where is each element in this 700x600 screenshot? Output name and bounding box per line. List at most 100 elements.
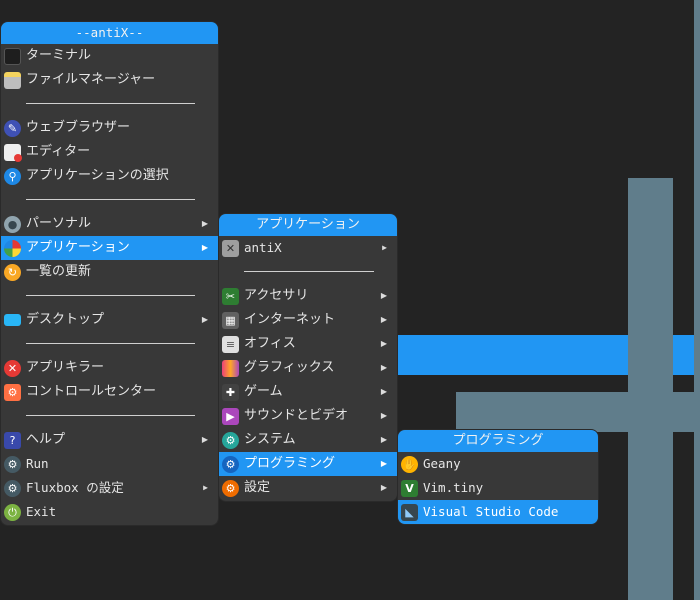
menu-item-help[interactable]: ? ヘルプ ▶ [1, 428, 218, 452]
menu-item-antix[interactable]: ✕ antiX ▶ [219, 236, 397, 260]
menu-item-terminal[interactable]: ターミナル [1, 44, 218, 68]
submenu-arrow-icon: ▶ [380, 291, 387, 300]
menu-separator [1, 92, 218, 116]
submenu-arrow-icon: ▶ [380, 459, 387, 468]
person-icon: ● [4, 216, 21, 233]
geany-icon: ✋ [401, 456, 418, 473]
menu-item-app-select[interactable]: ⚲ アプリケーションの選択 [1, 164, 218, 188]
menu-item-label: Fluxbox の設定 [26, 480, 124, 495]
menu-separator [1, 404, 218, 428]
menu-item-label: antiX [244, 240, 282, 255]
menu-item-control-center[interactable]: ⚙ コントロールセンター [1, 380, 218, 404]
menu-item-label: インターネット [244, 312, 336, 327]
vscode-icon: ◣ [401, 504, 418, 521]
kill-icon: ✕ [4, 360, 21, 377]
menu-item-label: オフィス [244, 336, 296, 351]
menu-item-label: ゲーム [244, 384, 283, 399]
help-icon: ? [4, 432, 21, 449]
menu-item-label: コントロールセンター [26, 384, 157, 399]
menu-item-web-browser[interactable]: ✎ ウェブブラウザー [1, 116, 218, 140]
menu-item-label: デスクトップ [26, 312, 105, 327]
vim-icon: V [401, 480, 418, 497]
menu-item-desktop[interactable]: デスクトップ ▶ [1, 308, 218, 332]
menu-item-accessories[interactable]: ✂ アクセサリ ▶ [219, 284, 397, 308]
wallpaper-edge-strip [694, 0, 700, 600]
menu-item-fluxbox-settings[interactable]: ⚙ Fluxbox の設定 ▶ [1, 476, 218, 500]
menu-item-vim-tiny[interactable]: V Vim.tiny [398, 476, 598, 500]
programming-submenu-title: プログラミング [398, 430, 598, 452]
settings-icon: ⚙ [222, 480, 239, 497]
submenu-arrow-icon: ▶ [203, 483, 208, 492]
submenu-arrow-icon: ▶ [380, 315, 387, 324]
root-menu: --antiX-- ターミナル ファイルマネージャー ✎ ウェブブラウザー エデ… [1, 22, 218, 525]
system-icon: ⚙ [222, 432, 239, 449]
menu-item-label: サウンドとビデオ [244, 408, 349, 423]
menu-item-office[interactable]: ≡ オフィス ▶ [219, 332, 397, 356]
submenu-arrow-icon: ▶ [201, 435, 208, 444]
menu-item-exit[interactable]: ⏻ Exit [1, 500, 218, 524]
graphics-palette-icon [222, 360, 239, 377]
menu-item-label: 設定 [244, 480, 271, 495]
menu-item-app-killer[interactable]: ✕ アプリキラー [1, 356, 218, 380]
menu-item-label: Visual Studio Code [423, 504, 559, 519]
media-play-icon: ▶ [222, 408, 239, 425]
menu-separator [219, 260, 397, 284]
menu-item-label: グラフィックス [244, 360, 335, 375]
menu-item-programming[interactable]: ⚙ プログラミング ▶ [219, 452, 397, 476]
menu-item-internet[interactable]: ▦ インターネット ▶ [219, 308, 397, 332]
menu-item-games[interactable]: ✚ ゲーム ▶ [219, 380, 397, 404]
wallpaper-slate-column [628, 178, 673, 600]
submenu-arrow-icon: ▶ [380, 339, 387, 348]
menu-item-settings[interactable]: ⚙ 設定 ▶ [219, 476, 397, 500]
office-document-icon: ≡ [222, 336, 239, 353]
control-center-icon: ⚙ [4, 384, 21, 401]
menu-item-label: ファイルマネージャー [26, 72, 156, 87]
menu-separator [1, 332, 218, 356]
menu-item-refresh-list[interactable]: ↻ 一覧の更新 [1, 260, 218, 284]
menu-separator [1, 188, 218, 212]
menu-item-label: パーソナル [26, 216, 92, 231]
menu-item-label: アプリケーション [26, 240, 130, 255]
menu-item-label: ヘルプ [26, 432, 66, 447]
fluxbox-gear-icon: ⚙ [4, 480, 21, 497]
submenu-arrow-icon: ▶ [380, 387, 387, 396]
menu-item-label: Vim.tiny [423, 480, 484, 495]
terminal-icon [4, 48, 21, 65]
programming-submenu: プログラミング ✋ Geany V Vim.tiny ◣ Visual Stud… [398, 430, 598, 524]
menu-item-label: アプリキラー [26, 360, 105, 375]
menu-item-graphics[interactable]: グラフィックス ▶ [219, 356, 397, 380]
menu-separator [1, 284, 218, 308]
exit-icon: ⏻ [4, 504, 21, 521]
desktop-icon [4, 314, 21, 326]
menu-item-sound-video[interactable]: ▶ サウンドとビデオ ▶ [219, 404, 397, 428]
menu-item-label: アクセサリ [244, 288, 309, 303]
submenu-arrow-icon: ▶ [380, 435, 387, 444]
applications-submenu: アプリケーション ✕ antiX ▶ ✂ アクセサリ ▶ ▦ インターネット ▶… [219, 214, 397, 501]
gamepad-icon: ✚ [222, 384, 239, 401]
applications-submenu-title: アプリケーション [219, 214, 397, 236]
menu-item-vscode[interactable]: ◣ Visual Studio Code [398, 500, 598, 524]
menu-item-label: Geany [423, 456, 461, 471]
menu-item-label: Run [26, 456, 49, 471]
applications-grid-icon [4, 240, 21, 257]
menu-item-applications[interactable]: アプリケーション ▶ [1, 236, 218, 260]
menu-item-label: エディター [26, 144, 91, 159]
menu-item-run[interactable]: ⚙ Run [1, 452, 218, 476]
antix-logo-icon: ✕ [222, 240, 239, 257]
submenu-arrow-icon: ▶ [380, 483, 387, 492]
menu-item-label: プログラミング [244, 456, 336, 471]
submenu-arrow-icon: ▶ [380, 363, 387, 372]
menu-item-geany[interactable]: ✋ Geany [398, 452, 598, 476]
menu-item-personal[interactable]: ● パーソナル ▶ [1, 212, 218, 236]
menu-item-editor[interactable]: エディター [1, 140, 218, 164]
menu-item-system[interactable]: ⚙ システム ▶ [219, 428, 397, 452]
menu-item-label: ターミナル [26, 48, 92, 63]
run-gear-icon: ⚙ [4, 456, 21, 473]
programming-gear-icon: ⚙ [222, 456, 239, 473]
submenu-arrow-icon: ▶ [380, 411, 387, 420]
accessories-icon: ✂ [222, 288, 239, 305]
menu-item-label: 一覧の更新 [26, 264, 92, 279]
menu-item-file-manager[interactable]: ファイルマネージャー [1, 68, 218, 92]
magnifier-icon: ⚲ [4, 168, 21, 185]
submenu-arrow-icon: ▶ [201, 219, 208, 228]
